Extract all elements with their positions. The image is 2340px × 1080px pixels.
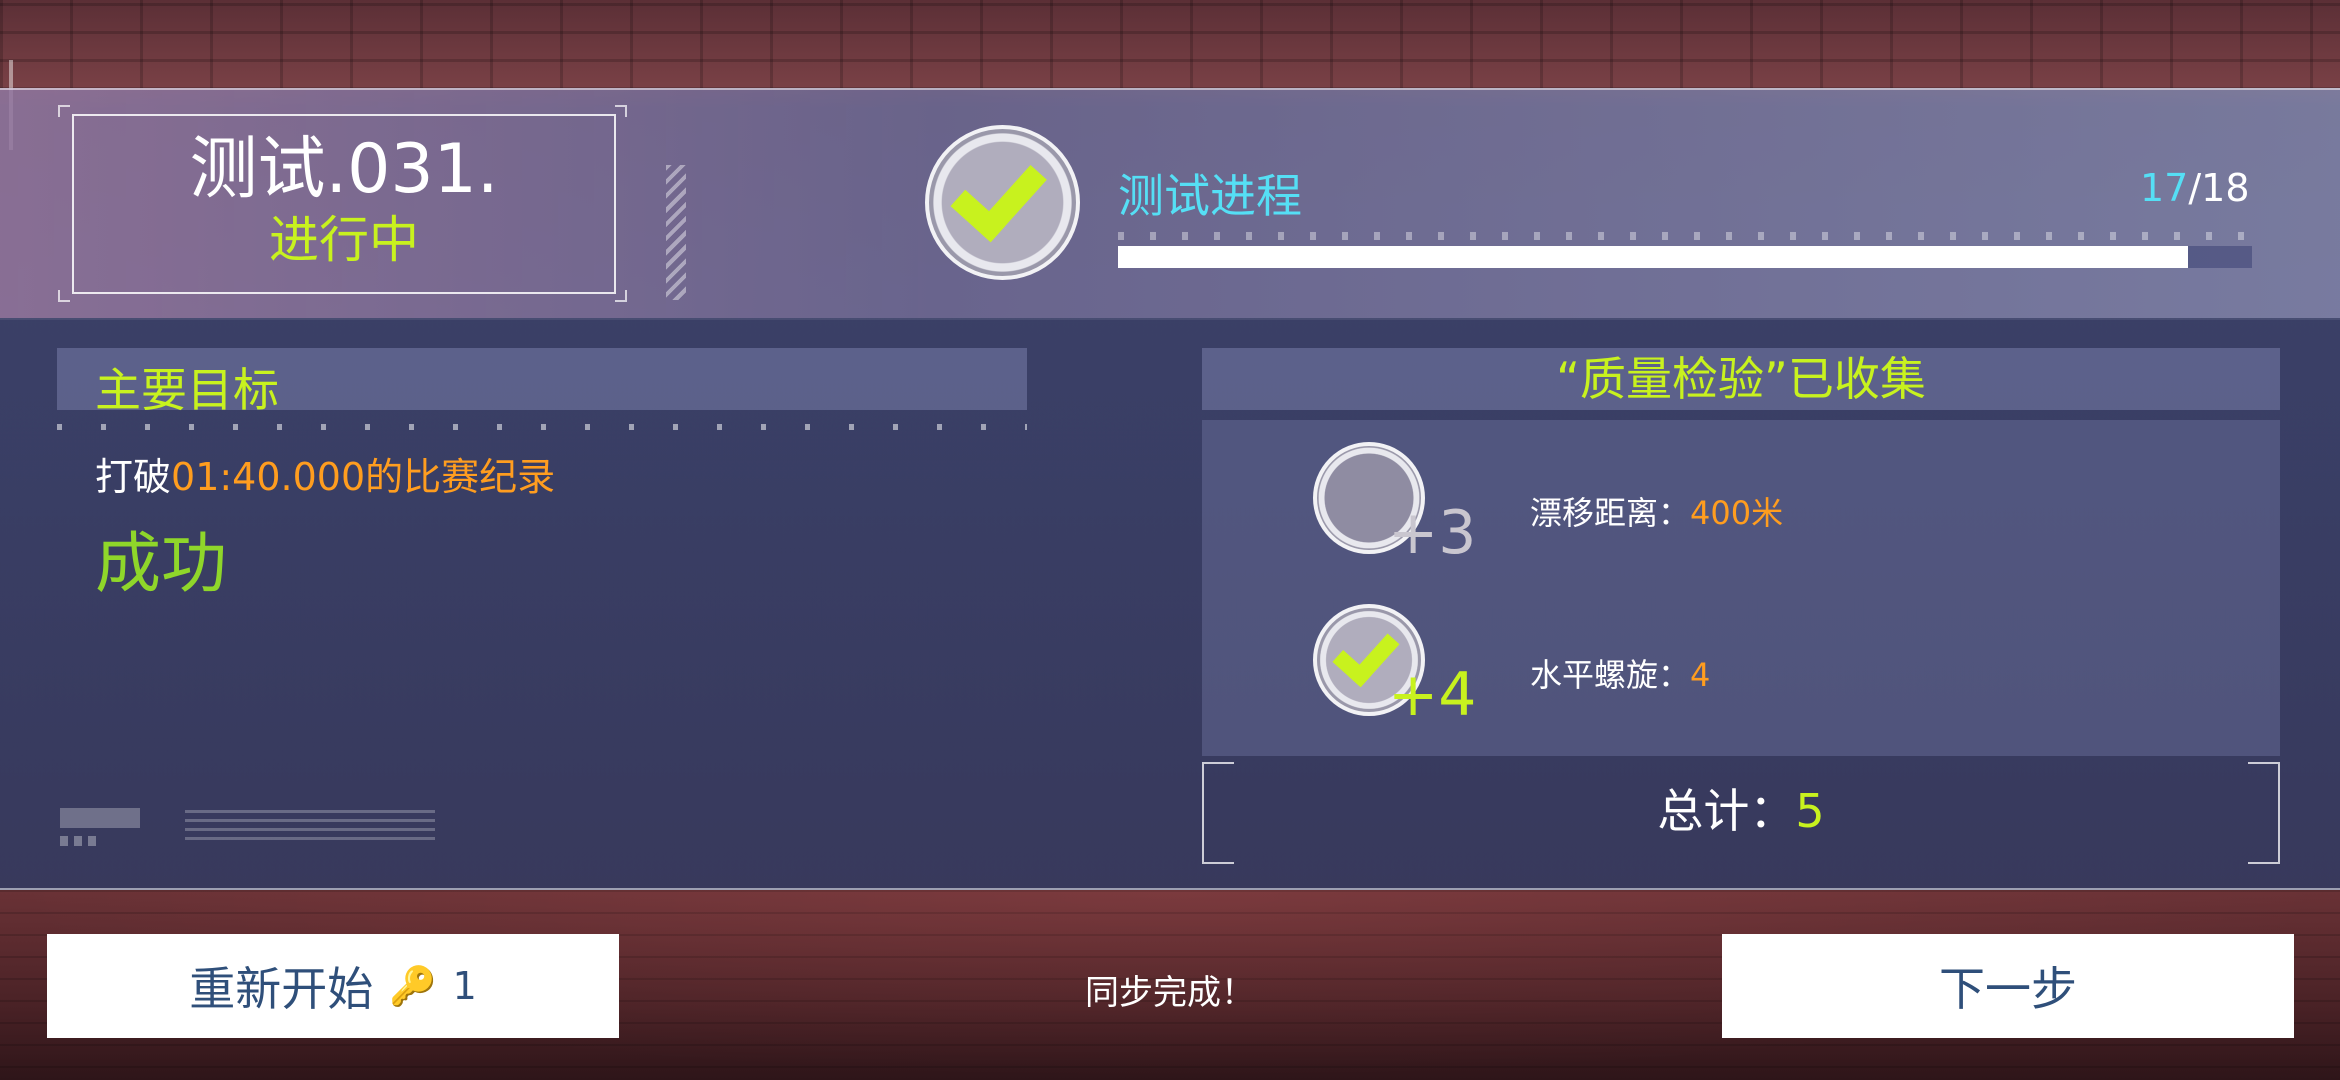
tech-lines	[185, 810, 435, 844]
key-count: 1	[452, 964, 477, 1008]
total-label: 总计：	[1657, 784, 1796, 838]
objective-header-label: 主要目标	[95, 363, 279, 417]
frame-bracket	[1202, 762, 1234, 864]
item-value: 4	[1690, 656, 1711, 694]
level-card: 测试.031. 进行中	[72, 114, 616, 294]
frame-corner	[615, 105, 627, 117]
item-value: 400米	[1690, 494, 1784, 532]
check-mark	[950, 143, 1047, 242]
background-top	[0, 0, 2340, 90]
restart-button[interactable]: 重新开始 🔑 1	[47, 934, 619, 1038]
progress-label: 测试进程	[1118, 169, 1302, 223]
tech-block	[60, 836, 100, 846]
collection-header: “质量检验”已收集	[1202, 348, 2280, 410]
total-box: 总计：5	[1202, 762, 2280, 864]
objective-record: 01:40.000的比赛纪录	[171, 455, 556, 499]
level-title: 测试.031.	[189, 130, 499, 209]
item-label: 水平螺旋：	[1530, 656, 1691, 694]
check-circle-icon	[925, 125, 1080, 280]
collection-item: 漂移距离：400米	[1530, 488, 1783, 534]
collection-header-label: “质量检验”已收集	[1556, 352, 1926, 406]
next-label: 下一步	[1939, 962, 2077, 1016]
progress-bar	[1118, 246, 2252, 268]
frame-corner	[58, 105, 70, 117]
restart-label: 重新开始	[189, 962, 374, 1016]
objective-result: 成功	[95, 525, 227, 602]
sync-status: 同步完成！	[1085, 973, 1255, 1013]
collection-item: 水平螺旋：4	[1530, 650, 1710, 696]
progress-total: /18	[2188, 166, 2250, 210]
total-value: 5	[1795, 784, 1825, 838]
progress-ticks	[1118, 232, 2252, 240]
progress-count: 17/18	[2140, 166, 2250, 210]
objective-text-prefix: 打破	[95, 455, 172, 499]
total-text: 总计：5	[1202, 762, 2280, 860]
progress-current: 17	[2140, 166, 2189, 210]
objective-header: 主要目标	[57, 348, 1027, 417]
frame-bracket	[2248, 762, 2280, 864]
progress-fill	[1118, 246, 2189, 268]
frame-corner	[58, 290, 70, 302]
decorative-tech-text	[60, 808, 440, 848]
tech-block	[60, 808, 140, 828]
decorative-stripes	[666, 165, 686, 300]
key-icon: 🔑	[389, 963, 437, 1008]
bonus-points: +3	[1388, 498, 1477, 568]
next-button[interactable]: 下一步	[1722, 934, 2294, 1038]
frame-corner	[615, 290, 627, 302]
objective-text: 打破01:40.000的比赛纪录	[95, 446, 555, 501]
bonus-points: +4	[1388, 660, 1477, 730]
objective-ticks	[57, 424, 1027, 430]
level-status: 进行中	[269, 211, 419, 269]
item-label: 漂移距离：	[1530, 494, 1691, 532]
